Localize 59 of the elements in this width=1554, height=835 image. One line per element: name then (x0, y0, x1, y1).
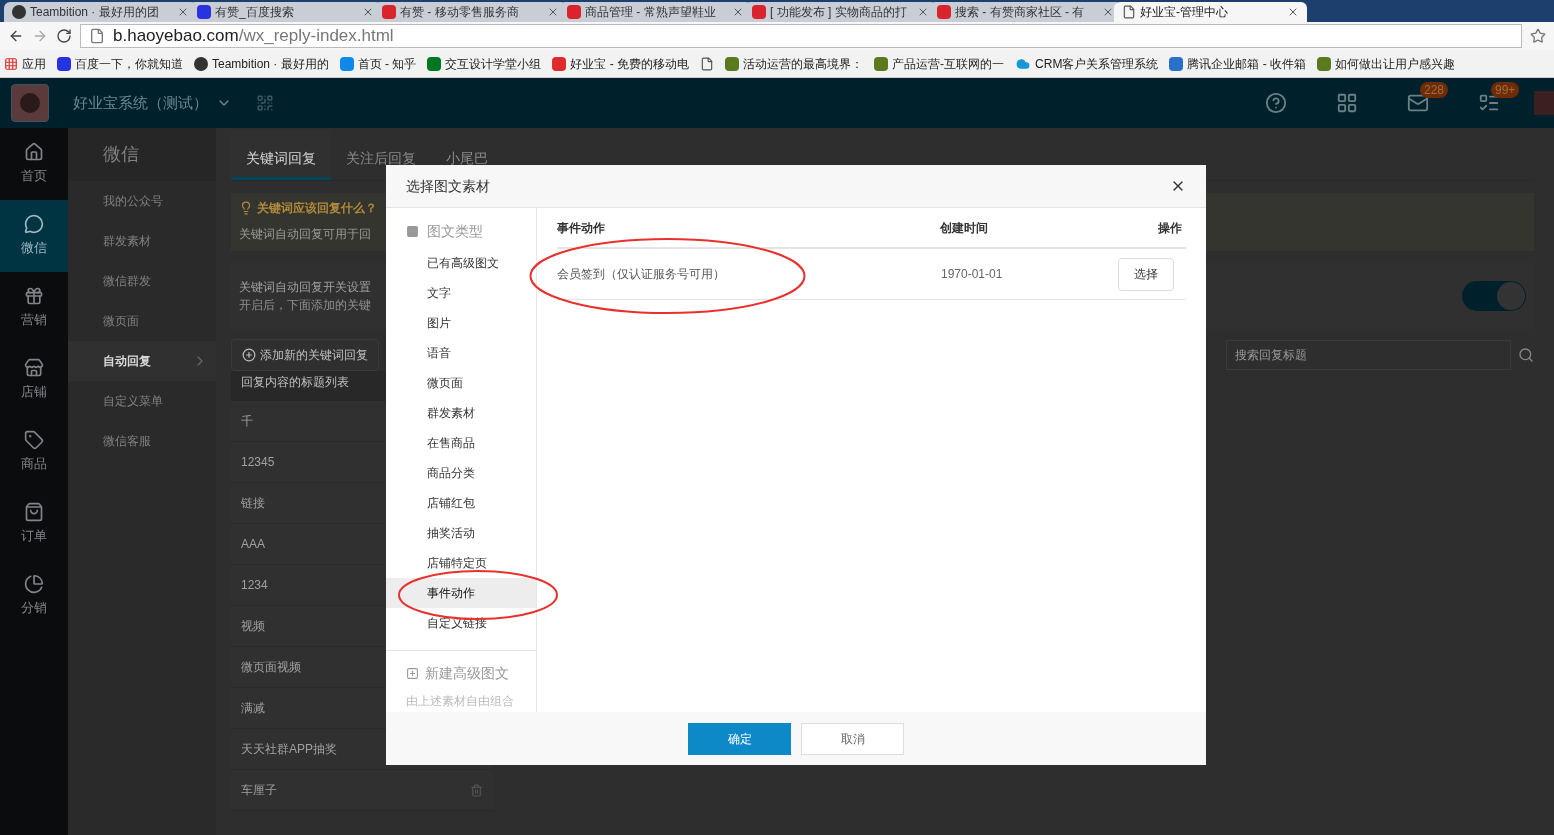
tab-title: 有赞 - 移动零售服务商 (400, 4, 520, 21)
setting-text: 开启后，下面添加的关键 (239, 297, 371, 314)
submenu-item[interactable]: 微信群发 (68, 261, 216, 301)
tab-title: 商品管理 - 常熟声望鞋业 (585, 4, 717, 21)
submenu-item[interactable]: 我的公众号 (68, 181, 216, 221)
add-button[interactable]: 添加新的关键词回复 (231, 339, 379, 371)
setting-title: 关键词自动回复开关设置 (239, 279, 371, 296)
section-title: 微信 (68, 128, 216, 181)
count-badge: 99+ (1491, 82, 1520, 98)
tab-title: [ 功能发布 ] 实物商品的打 (770, 4, 908, 21)
bookmark[interactable]: 应用 (4, 54, 46, 73)
brand-dropdown[interactable]: 好业宝系统（测试） (65, 83, 240, 123)
bookmark[interactable]: 活动运营的最高境界： (725, 54, 864, 73)
tab-title: 搜索 - 有赞商家社区 - 有 (955, 4, 1086, 21)
nav-item[interactable]: 订单 (0, 488, 68, 560)
bookmark[interactable]: 如何做出让用户感兴趣 (1317, 54, 1456, 73)
column-header: 操作 (1158, 219, 1183, 237)
nav-item[interactable]: 首页 (0, 128, 68, 200)
bookmark[interactable]: 好业宝 - 免费的移动电 (552, 54, 690, 73)
confirm-button[interactable]: 确定 (688, 722, 791, 755)
category-item[interactable]: 语音 (386, 338, 536, 368)
cancel-button[interactable]: 取消 (801, 722, 904, 755)
bookmark[interactable]: 首页 - 知乎 (339, 54, 417, 73)
search-field[interactable]: 搜索回复标题 (1226, 340, 1511, 370)
column-header: 创建时间 (940, 219, 989, 237)
category-item[interactable]: 事件动作 (386, 578, 536, 608)
category-item[interactable]: 文字 (386, 278, 536, 308)
column-header: 事件动作 (557, 219, 606, 237)
address-field[interactable]: b.haoyebao.com/wx_reply-index.html (80, 24, 1522, 48)
category-item[interactable]: 图片 (386, 308, 536, 338)
browser-tab[interactable]: 好业宝-管理中心 (1114, 2, 1307, 22)
tip-text: 关键词自动回复可用于回 (239, 226, 371, 243)
nav-item[interactable]: 营销 (0, 272, 68, 344)
nav-item[interactable]: 商品 (0, 416, 68, 488)
nav-item[interactable]: 微信 (0, 200, 68, 272)
tip-title: 关键词应该回复什么？ (257, 200, 377, 217)
bookmark[interactable]: CRM客户关系管理系统 (1015, 54, 1159, 73)
submenu-item[interactable]: 自动回复 (68, 341, 216, 381)
nav-item[interactable]: 分销 (0, 560, 68, 632)
bookmark[interactable]: Teambition · 最好用的 (194, 54, 329, 73)
table-cell-text: 会员签到（仅认证服务号可用） (557, 266, 726, 283)
category-heading: 图文类型 (427, 221, 483, 241)
submenu-item[interactable]: 群发素材 (68, 221, 216, 261)
submenu-item[interactable]: 自定义菜单 (68, 381, 216, 421)
tab-title: Teambition · 最好用的团 (30, 4, 160, 21)
bookmark[interactable]: 交互设计学堂小组 (427, 54, 542, 73)
table-cell-text: 1970-01-01 (941, 266, 1004, 283)
nav-item[interactable]: 店铺 (0, 344, 68, 416)
tab-title: 有赞_百度搜索 (215, 4, 295, 21)
submenu-item[interactable]: 微页面 (68, 301, 216, 341)
bookmark[interactable]: 百度一下，你就知道 (57, 54, 183, 73)
count-badge: 228 (1420, 82, 1449, 98)
bookmark[interactable]: 腾讯企业邮箱 - 收件箱 (1169, 54, 1307, 73)
select-button[interactable]: 选择 (1118, 257, 1174, 291)
tab-title: 好业宝-管理中心 (1140, 4, 1229, 21)
url-text: b.haoyebao.com/wx_reply-index.html (113, 25, 394, 48)
bookmark[interactable]: 产品运营-互联网的一 (874, 54, 1005, 73)
category-item[interactable]: 已有高级图文 (386, 248, 536, 278)
submenu-item[interactable]: 微信客服 (68, 421, 216, 461)
